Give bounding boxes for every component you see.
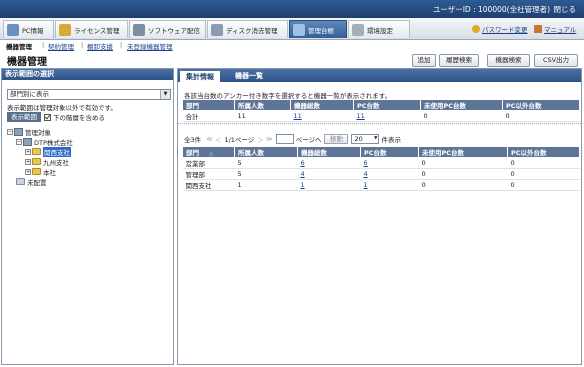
pc-count-link[interactable]: 1 [364,181,368,189]
sortable-header-department[interactable]: 部門 △ [182,146,235,158]
sub-nav: 機器管理 | 契約管理 | 棚卸支援 | 未登録機器管理 [6,41,173,51]
tree-node-kansai[interactable]: + 関西支社 [25,146,71,157]
top-bar: ユーザーID : 100000(全社管理者) 閉じる [0,0,584,18]
summary-header-row: 部門 所属人数 機器総数 PC台数 未使用PC台数 PC以外台数 [182,99,580,111]
subnav-contract-link[interactable]: 契約管理 [48,41,74,51]
range-panel: 表示範囲の選択 部門別に表示 ▼ 表示範囲は管理対象以外で有効です。 表示範囲 … [1,68,174,365]
include-lower-label: 下の階層を含める [53,114,105,122]
device-count-link[interactable]: 1 [301,181,305,189]
folder-icon [32,148,41,155]
page-title: 機器管理 [7,57,47,68]
device-search-button[interactable]: 機器検索 [487,54,530,67]
pc-icon [7,23,19,36]
range-label: 表示範囲 [7,112,41,122]
page-size-select[interactable]: 20 [351,134,380,144]
tab-disk[interactable]: ディスク消去管理 [207,20,288,38]
tree-node-root[interactable]: − 管理対象 [7,127,51,137]
table-row: 管理部 5 4 4 0 0 [182,168,580,180]
device-count-link[interactable]: 6 [301,159,305,167]
collapse-icon[interactable]: − [16,138,22,145]
organization-icon [14,127,23,136]
company-icon [23,137,32,146]
folder-icon [16,178,25,185]
summary-table: 部門 所属人数 機器総数 PC台数 未使用PC台数 PC以外台数 合計 11 1… [182,99,580,122]
total-devices-link[interactable]: 11 [294,112,302,120]
range-note: 表示範囲は管理対象以外で有効です。 [7,104,117,112]
sort-icon: △ [209,151,213,157]
password-change-link[interactable]: パスワード変更 [472,24,528,34]
tab-software[interactable]: ソフトウェア配信 [129,20,206,38]
expand-icon[interactable]: + [25,168,31,175]
next-page-icon[interactable]: ＞ [257,134,264,144]
tab-license[interactable]: ライセンス管理 [55,20,128,38]
table-row: 営業部 5 6 6 0 0 [182,157,580,169]
total-pc-link[interactable]: 11 [357,112,365,120]
close-link[interactable]: 閉じる [554,4,577,15]
collapse-icon[interactable]: − [7,128,13,135]
ledger-icon [293,23,305,36]
go-button[interactable]: 移動 [324,134,349,144]
device-count-link[interactable]: 4 [301,170,305,178]
tree-node-unassigned[interactable]: 未配置 [16,177,47,187]
last-page-icon[interactable]: ≫ [266,135,273,143]
tab-ledger[interactable]: 管理台帳 [289,20,347,38]
page-info: 1/1ページ [224,136,255,144]
list-header-row: 部門 △ 所属人数 機器総数 PC台数 未使用PC台数 PC以外台数 [182,146,580,158]
expand-icon[interactable]: + [25,158,31,165]
add-button[interactable]: 追加 [412,54,436,67]
pc-count-link[interactable]: 4 [364,170,368,178]
subnav-inventory-link[interactable]: 棚卸支援 [87,41,113,51]
tab-device-list[interactable]: 機器一覧 [230,71,268,82]
pager: 全3件 ≪ ＜ 1/1ページ ＞ ≫ ページへ 移動 20 件表示 [184,134,401,144]
pc-count-link[interactable]: 6 [364,159,368,167]
csv-export-button[interactable]: CSV出力 [534,54,578,67]
subnav-current: 機器管理 [6,43,32,51]
content-tabbar: 集計情報 機器一覧 [178,69,581,82]
summary-row: 合計 11 11 11 0 0 [182,110,580,122]
range-row: 表示範囲 下の階層を含める [7,112,171,122]
prev-page-icon[interactable]: ＜ [215,134,222,144]
software-icon [133,23,145,36]
range-panel-header: 表示範囲の選択 [2,69,173,80]
tree-node-company[interactable]: − DTP株式会社 [16,137,73,147]
expand-icon[interactable]: + [25,148,31,155]
settings-icon [352,23,364,36]
tab-summary[interactable]: 集計情報 [180,71,220,82]
view-mode-select[interactable]: 部門別に表示 ▼ [7,89,171,100]
disk-icon [211,23,223,36]
book-icon [534,25,542,33]
user-id-label: ユーザーID : 100000(全社管理者) [432,5,550,14]
first-page-icon[interactable]: ≪ [206,135,213,143]
tree-node-kyushu[interactable]: + 九州支社 [25,157,69,167]
page-number-input[interactable] [275,134,294,144]
subnav-unregistered-link[interactable]: 未登録機器管理 [127,41,173,51]
tree-node-honsha[interactable]: + 本社 [25,167,56,177]
folder-icon [32,158,41,165]
tab-settings[interactable]: 環境設定 [348,20,410,38]
main-nav: PC情報 ライセンス管理 ソフトウェア配信 ディスク消去管理 管理台帳 環境設定… [0,18,584,40]
history-search-button[interactable]: 履歴検索 [439,54,479,67]
include-lower-checkbox[interactable] [44,113,51,121]
result-count: 全3件 [184,136,202,144]
folder-icon [32,168,41,175]
chevron-down-icon: ▼ [160,90,170,99]
department-table: 部門 △ 所属人数 機器総数 PC台数 未使用PC台数 PC以外台数 営業部 5 … [182,146,580,191]
key-icon [472,25,480,33]
manual-link[interactable]: マニュアル [534,24,576,34]
table-row: 関西支社 1 1 1 0 0 [182,179,580,191]
license-icon [59,23,71,36]
content-panel: 集計情報 機器一覧 各該当台数のアンカー付き数字を選択すると機器一覧が表示されま… [177,68,582,365]
tab-pc-info[interactable]: PC情報 [3,20,54,38]
